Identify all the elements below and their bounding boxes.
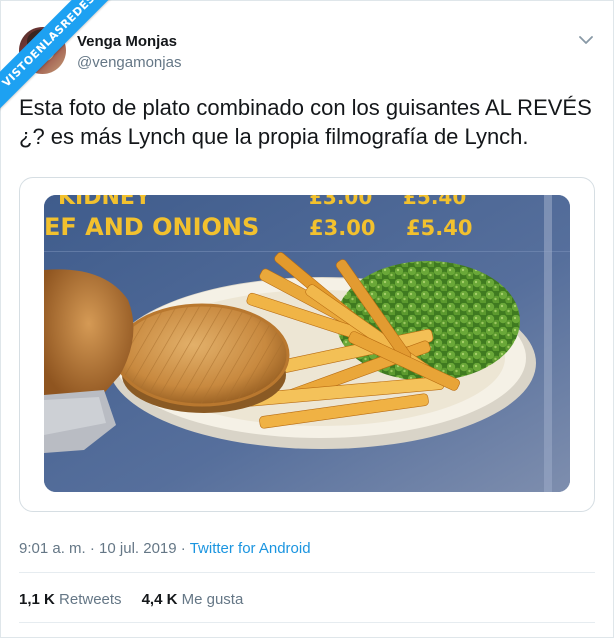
tweet-date[interactable]: 10 jul. 2019 <box>99 540 177 557</box>
divider <box>19 572 595 573</box>
divider <box>19 622 595 623</box>
watermark-ribbon: VISTOENLASREDES <box>0 0 126 118</box>
media-card[interactable]: KIDNEY £3.00 £5.40 EF AND ONIONS £3.00 £… <box>19 177 595 512</box>
chevron-down-icon[interactable] <box>578 34 594 46</box>
retweets-label: Retweets <box>59 591 122 608</box>
menu-text-1: KIDNEY <box>58 195 152 210</box>
menu-price-1a: £3.00 <box>309 195 372 209</box>
retweets-count: 1,1 K <box>19 591 55 608</box>
tweet-stats: 1,1 K Retweets 4,4 K Me gusta <box>19 591 243 608</box>
tweet-photo[interactable]: KIDNEY £3.00 £5.40 EF AND ONIONS £3.00 £… <box>44 195 570 492</box>
menu-text-2: EF AND ONIONS <box>44 213 259 241</box>
menu-price-2b: £5.40 <box>406 216 472 240</box>
tweet-time[interactable]: 9:01 a. m. <box>19 540 86 557</box>
tweet-meta: 9:01 a. m. · 10 jul. 2019 · Twitter for … <box>19 540 311 557</box>
menu-price-2a: £3.00 <box>309 216 375 240</box>
retweets-stat[interactable]: 1,1 K Retweets <box>19 591 122 608</box>
watermark-corner: VISTOENLASREDES <box>0 0 130 130</box>
likes-stat[interactable]: 4,4 K Me gusta <box>142 591 244 608</box>
likes-count: 4,4 K <box>141 591 178 608</box>
menu-price-1b: £5.40 <box>403 195 466 209</box>
tweet-source-link[interactable]: Twitter for Android <box>190 540 311 557</box>
likes-label: Me gusta <box>181 591 244 608</box>
